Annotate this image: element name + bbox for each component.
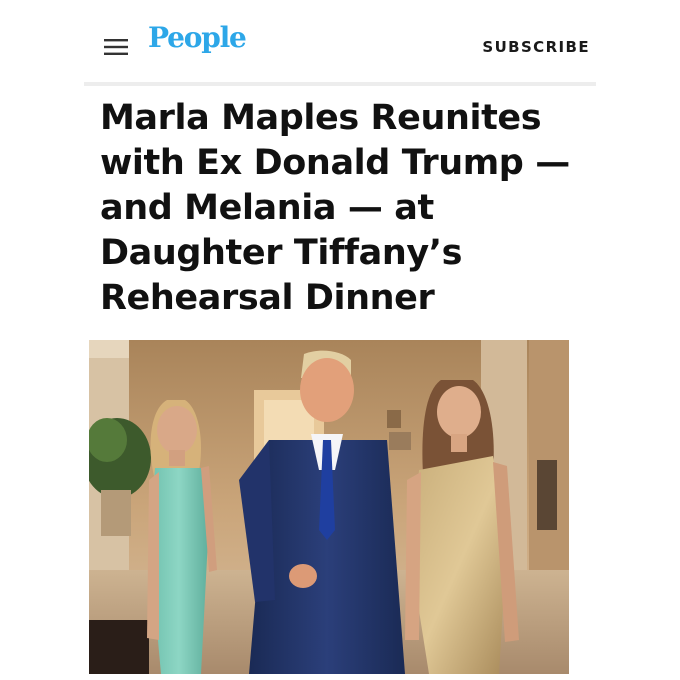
people-logo[interactable]: People (148, 24, 247, 52)
article-hero-photo (89, 340, 569, 674)
site-header: People SUBSCRIBE (84, 0, 596, 86)
hamburger-menu-icon[interactable] (104, 39, 128, 55)
subscribe-button[interactable]: SUBSCRIBE (482, 38, 590, 56)
article-headline: Marla Maples Reunites with Ex Donald Tru… (100, 98, 570, 318)
